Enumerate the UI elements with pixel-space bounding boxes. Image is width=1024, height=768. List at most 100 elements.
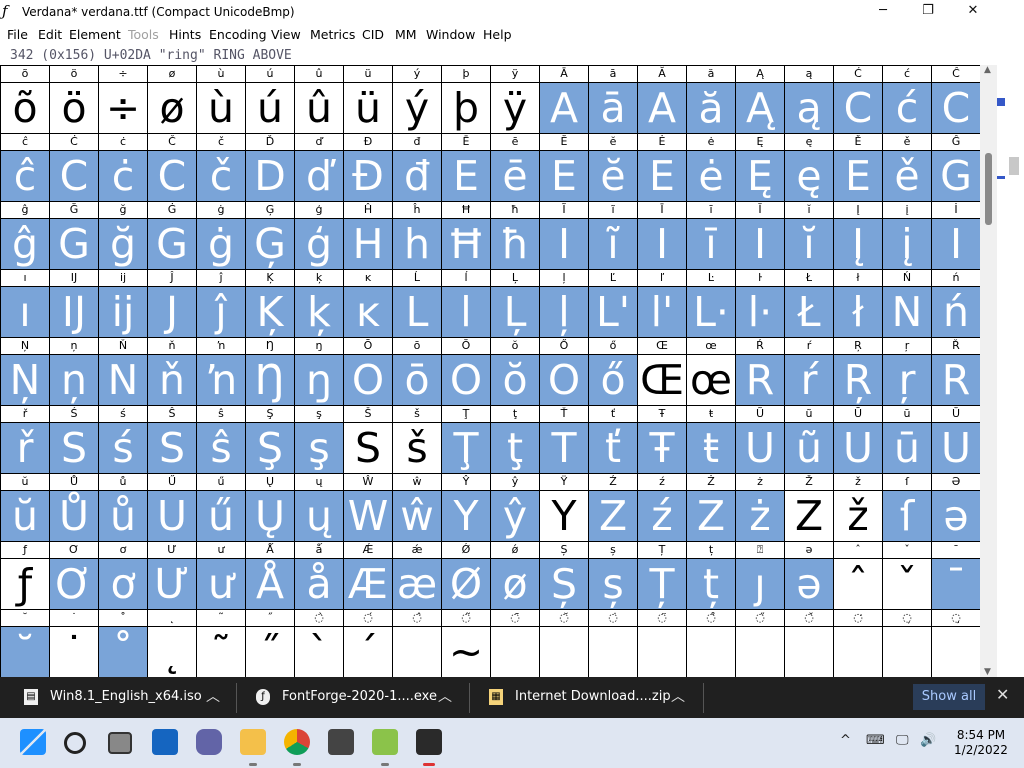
glyph-cell[interactable]: ŲŲ <box>246 474 295 542</box>
glyph-cell[interactable]: ŅŅ <box>1 338 50 406</box>
glyph-cell[interactable]: ąą <box>785 66 834 134</box>
glyph-cell[interactable]: ŒŒ <box>638 338 687 406</box>
glyph-cell[interactable]: øø <box>148 66 197 134</box>
glyph-cell[interactable]: ˚ ˚ <box>99 610 148 678</box>
glyph-cell[interactable]: ĀA <box>540 66 589 134</box>
glyph-cell[interactable]: ŜS <box>148 406 197 474</box>
glyph-cell[interactable]: ďď <box>295 134 344 202</box>
glyph-cell[interactable]: āā <box>589 66 638 134</box>
glyph-cell[interactable]: ĆC <box>834 66 883 134</box>
glyph-cell[interactable]: ◌̦ <box>883 610 932 678</box>
glyph-cell[interactable]: ųų <box>295 474 344 542</box>
menu-help[interactable]: Help <box>483 27 512 42</box>
glyph-cell[interactable]: ċċ <box>99 134 148 202</box>
glyph-cell[interactable]: ĴJ <box>148 270 197 338</box>
glyph-cell[interactable]: ŞŞ <box>246 406 295 474</box>
volume-icon[interactable]: 🔊 <box>920 733 936 748</box>
glyph-cell[interactable]: ĈC <box>932 66 981 134</box>
file-explorer-icon[interactable] <box>240 729 266 755</box>
glyph-cell[interactable]: ľ l' <box>638 270 687 338</box>
scroll-down-icon[interactable]: ▼ <box>984 667 991 677</box>
glyph-cell[interactable]: ◌̈ <box>638 610 687 678</box>
menu-view[interactable]: View <box>271 27 301 42</box>
chrome-icon[interactable] <box>284 729 310 755</box>
glyph-cell[interactable]: úú <box>246 66 295 134</box>
glyph-cell[interactable]: ŕŕ <box>785 338 834 406</box>
glyph-cell[interactable]: ˝ ˝ <box>246 610 295 678</box>
glyph-cell[interactable]: ĚE <box>834 134 883 202</box>
glyph-cell[interactable]: ćć <box>883 66 932 134</box>
fontforge-icon[interactable] <box>416 729 442 755</box>
glyph-cell[interactable]: öö <box>50 66 99 134</box>
glyph-cell[interactable]: ŤT <box>540 406 589 474</box>
glyph-cell[interactable]: ⍰ ȷ <box>736 542 785 610</box>
glyph-cell[interactable]: ŷŷ <box>491 474 540 542</box>
glyph-cell[interactable]: ŔR <box>736 338 785 406</box>
glyph-cell[interactable]: şş <box>295 406 344 474</box>
glyph-cell[interactable]: ĳ ij <box>99 270 148 338</box>
glyph-cell[interactable]: ƯƯ <box>148 542 197 610</box>
glyph-cell[interactable]: ĸĸ <box>344 270 393 338</box>
glyph-cell[interactable]: ăă <box>687 66 736 134</box>
maximize-button[interactable]: ❐ <box>905 0 951 24</box>
glyph-cell[interactable]: ŁŁ <box>785 270 834 338</box>
glyph-cell[interactable]: ŚS <box>50 406 99 474</box>
minimize-button[interactable]: ─ <box>860 0 906 24</box>
glyph-cell[interactable]: żż <box>736 474 785 542</box>
archive-manager-icon[interactable] <box>372 729 398 755</box>
glyph-cell[interactable]: ◌̂ <box>393 610 442 678</box>
glyph-cell[interactable]: ŵŵ <box>393 474 442 542</box>
close-downloads-button[interactable]: ✕ <box>996 685 1009 704</box>
glyph-cell[interactable]: ţţ <box>491 406 540 474</box>
glyph-cell[interactable]: čč <box>197 134 246 202</box>
glyph-cell[interactable]: ŊŊ <box>246 338 295 406</box>
glyph-cell[interactable]: ŗŗ <box>883 338 932 406</box>
glyph-cell[interactable]: ◌́ ´ <box>344 610 393 678</box>
show-hidden-icons-chevron-icon[interactable]: ^ <box>840 733 851 748</box>
teams-chat-icon[interactable] <box>196 729 222 755</box>
glyph-cell[interactable]: ęę <box>785 134 834 202</box>
glyph-cell[interactable]: ŌO <box>344 338 393 406</box>
task-view-icon[interactable] <box>108 732 132 754</box>
glyph-cell[interactable]: ŪU <box>834 406 883 474</box>
glyph-cell[interactable]: ėė <box>687 134 736 202</box>
glyph-cell[interactable]: Ľ L' <box>589 270 638 338</box>
glyph-cell[interactable]: ûû <box>295 66 344 134</box>
glyph-cell[interactable]: üü <box>344 66 393 134</box>
glyph-cell[interactable]: ŘR <box>932 338 981 406</box>
windows-start-icon[interactable] <box>20 729 46 755</box>
vertical-scrollbar[interactable]: ▲ ▼ <box>980 65 997 677</box>
glyph-cell[interactable]: ǽæ <box>393 542 442 610</box>
glyph-cell[interactable]: Əə <box>932 474 981 542</box>
glyph-cell[interactable]: ˙ ˙ <box>50 610 99 678</box>
glyph-cell[interactable]: əə <box>785 542 834 610</box>
glyph-cell[interactable]: ŰU <box>148 474 197 542</box>
glyph-cell[interactable]: ũũ <box>785 406 834 474</box>
glyph-cell[interactable]: ńń <box>932 270 981 338</box>
glyph-cell[interactable]: ſſ <box>883 474 932 542</box>
download-item[interactable]: ƒ FontForge-2020-1....exe ︿ <box>256 677 466 718</box>
glyph-cell[interactable]: ĺl <box>442 270 491 338</box>
glyph-cell[interactable]: ĉĉ <box>1 134 50 202</box>
glyph-cell[interactable]: ĢĢ <box>246 202 295 270</box>
glyph-cell[interactable]: đđ <box>393 134 442 202</box>
glyph-cell[interactable]: ŴW <box>344 474 393 542</box>
glyph-cell[interactable]: ĥh <box>393 202 442 270</box>
glyph-cell[interactable]: ŝŝ <box>197 406 246 474</box>
glyph-cell[interactable]: ŮŮ <box>50 474 99 542</box>
glyph-cell[interactable]: ŏŏ <box>491 338 540 406</box>
glyph-cell[interactable]: śś <box>99 406 148 474</box>
glyph-cell[interactable]: ơơ <box>99 542 148 610</box>
glyph-cell[interactable]: ĹL <box>393 270 442 338</box>
glyph-cell[interactable]: œœ <box>687 338 736 406</box>
glyph-grid[interactable]: õ õ ö ö ÷ ÷ ø ø ù ù ú ú û û ü ü ý ý þ þ ÿ ÿ Ā Aā ā Ă Aă ă Ą Ąą ą Ć Cć ć Ĉ C… <box>0 65 981 678</box>
glyph-cell[interactable]: ŻZ <box>687 474 736 542</box>
glyph-cell[interactable]: ĻĻ <box>491 270 540 338</box>
glyph-cell[interactable]: ưư <box>197 542 246 610</box>
glyph-cell[interactable]: ŇN <box>99 338 148 406</box>
download-item[interactable]: ▤ Win8.1_English_x64.iso ︿ <box>24 677 234 718</box>
glyph-cell[interactable]: ūū <box>883 406 932 474</box>
glyph-cell[interactable]: űű <box>197 474 246 542</box>
glyph-cell[interactable]: ŋŋ <box>295 338 344 406</box>
glyph-cell[interactable]: ˉˉ <box>932 542 981 610</box>
